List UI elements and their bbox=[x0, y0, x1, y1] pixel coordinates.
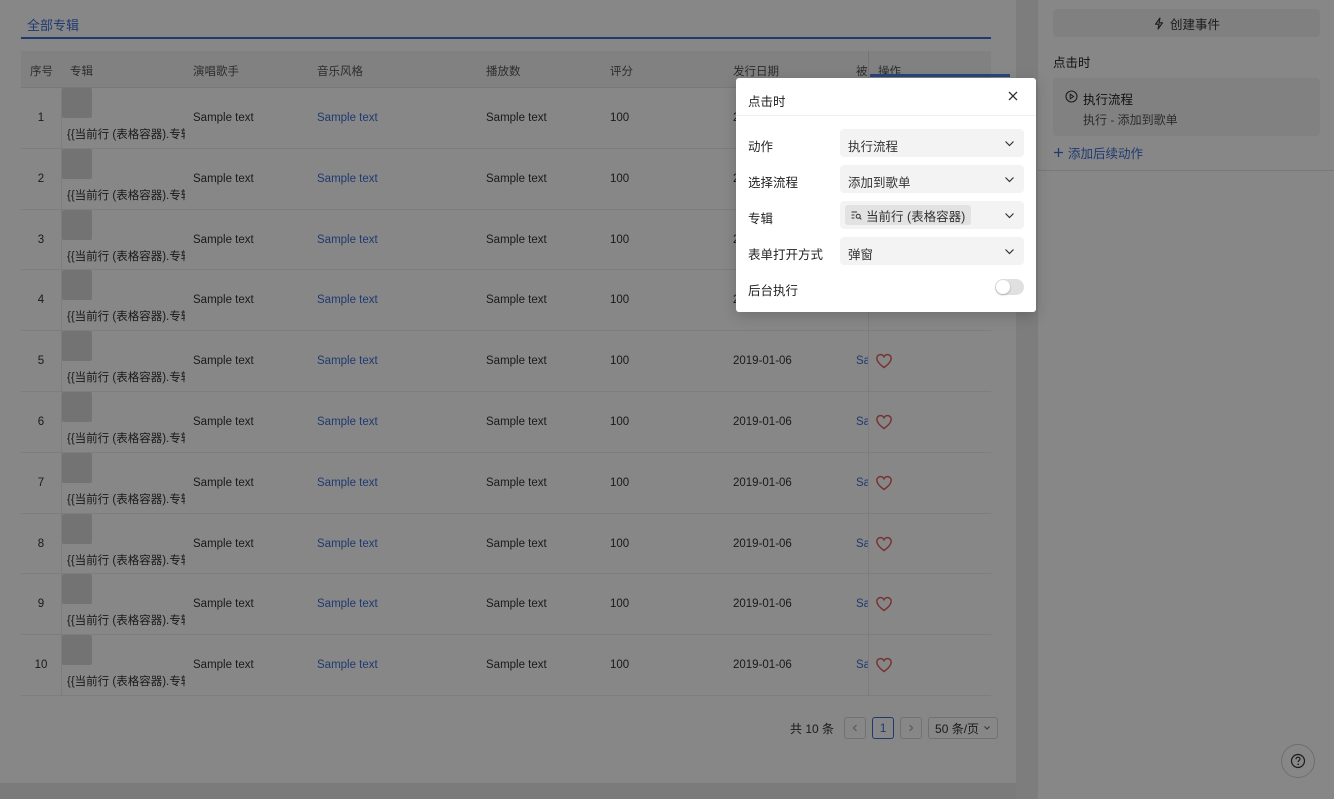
action-select-value: 执行流程 bbox=[848, 140, 899, 154]
field-album: 专辑 当前行 (表格容器) bbox=[736, 201, 1036, 229]
modal-title: 点击时 bbox=[748, 95, 786, 109]
variable-icon bbox=[851, 211, 862, 220]
field-flow: 选择流程 添加到歌单 bbox=[736, 165, 1036, 193]
chevron-down-icon bbox=[1005, 249, 1014, 255]
chevron-down-icon bbox=[1005, 141, 1014, 147]
field-action-label: 动作 bbox=[748, 140, 774, 154]
chevron-down-icon bbox=[1005, 213, 1014, 219]
close-icon[interactable] bbox=[1006, 89, 1020, 103]
field-album-label: 专辑 bbox=[748, 212, 774, 226]
album-variable-chip[interactable]: 当前行 (表格容器) bbox=[845, 205, 972, 225]
chevron-down-icon bbox=[1005, 177, 1014, 183]
flow-select-value: 添加到歌单 bbox=[848, 176, 911, 190]
field-background: 后台执行 bbox=[736, 273, 1036, 301]
album-variable-value: 当前行 (表格容器) bbox=[866, 209, 966, 224]
background-run-toggle[interactable] bbox=[995, 279, 1024, 295]
field-open-mode: 表单打开方式 弹窗 bbox=[736, 237, 1036, 265]
open-mode-select[interactable]: 弹窗 bbox=[840, 237, 1024, 265]
open-mode-select-value: 弹窗 bbox=[848, 248, 874, 262]
field-open-mode-label: 表单打开方式 bbox=[748, 248, 824, 262]
on-click-modal: 点击时 动作 执行流程 选择流程 添加到歌单 专辑 当前行 (表格容器) 表单打… bbox=[736, 78, 1036, 312]
modal-header: 点击时 bbox=[736, 78, 1036, 116]
album-select[interactable]: 当前行 (表格容器) bbox=[840, 201, 1024, 229]
toggle-knob bbox=[996, 280, 1010, 294]
field-background-label: 后台执行 bbox=[748, 284, 799, 298]
modal-overlay-right[interactable] bbox=[1038, 0, 1334, 799]
field-action: 动作 执行流程 bbox=[736, 129, 1036, 157]
action-select[interactable]: 执行流程 bbox=[840, 129, 1024, 157]
flow-select[interactable]: 添加到歌单 bbox=[840, 165, 1024, 193]
field-flow-label: 选择流程 bbox=[748, 176, 799, 190]
